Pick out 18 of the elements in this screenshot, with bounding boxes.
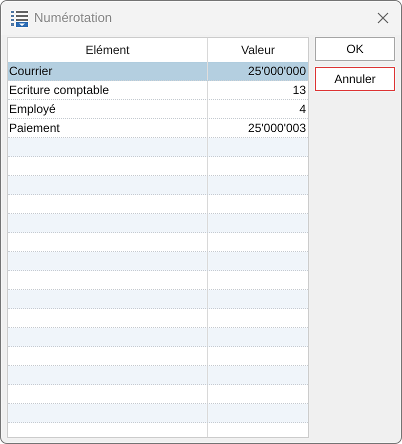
table-row[interactable]: Courrier 25'000'000 — [8, 62, 308, 81]
table-row[interactable]: Ecriture comptable 13 — [8, 81, 308, 100]
window-title: Numérotation — [34, 9, 112, 28]
close-icon[interactable] — [377, 12, 389, 24]
table-cell-text: Ecriture comptable — [8, 82, 110, 99]
cancel-button[interactable]: Annuler — [315, 67, 395, 91]
numbered-list-icon — [11, 10, 28, 26]
table-cell-text: 25'000'000 — [248, 63, 307, 80]
table-row[interactable]: Paiement 25'000'003 — [8, 119, 308, 138]
ok-button[interactable]: OK — [315, 37, 395, 61]
table-cell-text: 4 — [299, 101, 307, 118]
table-cell-text: Paiement — [8, 120, 60, 137]
table-row[interactable]: Employé 4 — [8, 100, 308, 119]
table-cell-text: Courrier — [8, 63, 52, 80]
table-cell-text: Employé — [8, 101, 56, 118]
table-cell-text: 13 — [292, 82, 307, 99]
table-cell-text: 25'000'003 — [248, 120, 307, 137]
column-header[interactable]: Valeur — [208, 38, 308, 62]
